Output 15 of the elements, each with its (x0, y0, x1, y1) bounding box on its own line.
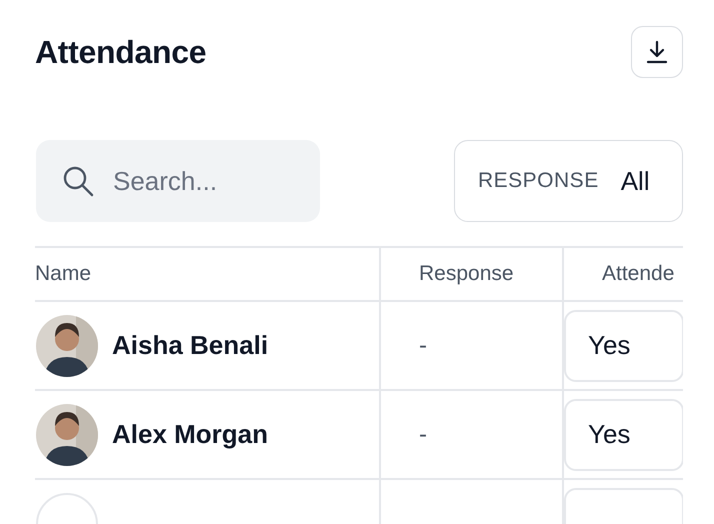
response-value: - (419, 330, 427, 360)
page-title: Attendance (35, 32, 206, 72)
response-filter[interactable]: RESPONSE All (454, 140, 683, 222)
column-header: Name (35, 261, 92, 288)
search-field[interactable]: Search... (36, 140, 320, 222)
person-name: Alex Morgan (112, 418, 268, 451)
column-header: Attende (602, 261, 674, 288)
column-header: Response (419, 261, 514, 288)
attended-select[interactable]: Yes (564, 310, 683, 382)
attended-select[interactable]: Yes (564, 398, 683, 470)
download-button[interactable] (631, 26, 683, 78)
person-name: Aisha Benali (112, 329, 268, 362)
response-value: - (419, 420, 427, 450)
search-icon (62, 165, 94, 197)
download-icon (646, 40, 668, 64)
